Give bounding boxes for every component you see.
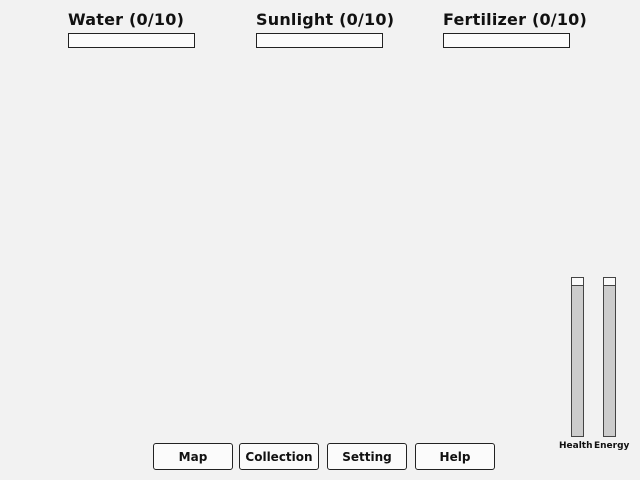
energy-bar (603, 277, 616, 437)
energy-label: Energy (594, 441, 630, 451)
health-bar (571, 277, 584, 437)
map-button[interactable]: Map (153, 443, 233, 470)
health-label: Health (559, 441, 593, 451)
energy-bar-fill (604, 284, 615, 436)
sunlight-label: Sunlight (0/10) (256, 10, 395, 29)
fertilizer-meter: Fertilizer (0/10) (443, 9, 587, 48)
sunlight-meter: Sunlight (0/10) (256, 9, 394, 48)
sunlight-bar (256, 33, 383, 48)
water-bar (68, 33, 195, 48)
fertilizer-bar (443, 33, 570, 48)
water-label: Water (0/10) (68, 10, 185, 29)
collection-button[interactable]: Collection (239, 443, 319, 470)
health-bar-fill (572, 284, 583, 436)
water-meter: Water (0/10) (68, 9, 195, 48)
setting-button[interactable]: Setting (327, 443, 407, 470)
help-button[interactable]: Help (415, 443, 495, 470)
fertilizer-label: Fertilizer (0/10) (443, 10, 588, 29)
